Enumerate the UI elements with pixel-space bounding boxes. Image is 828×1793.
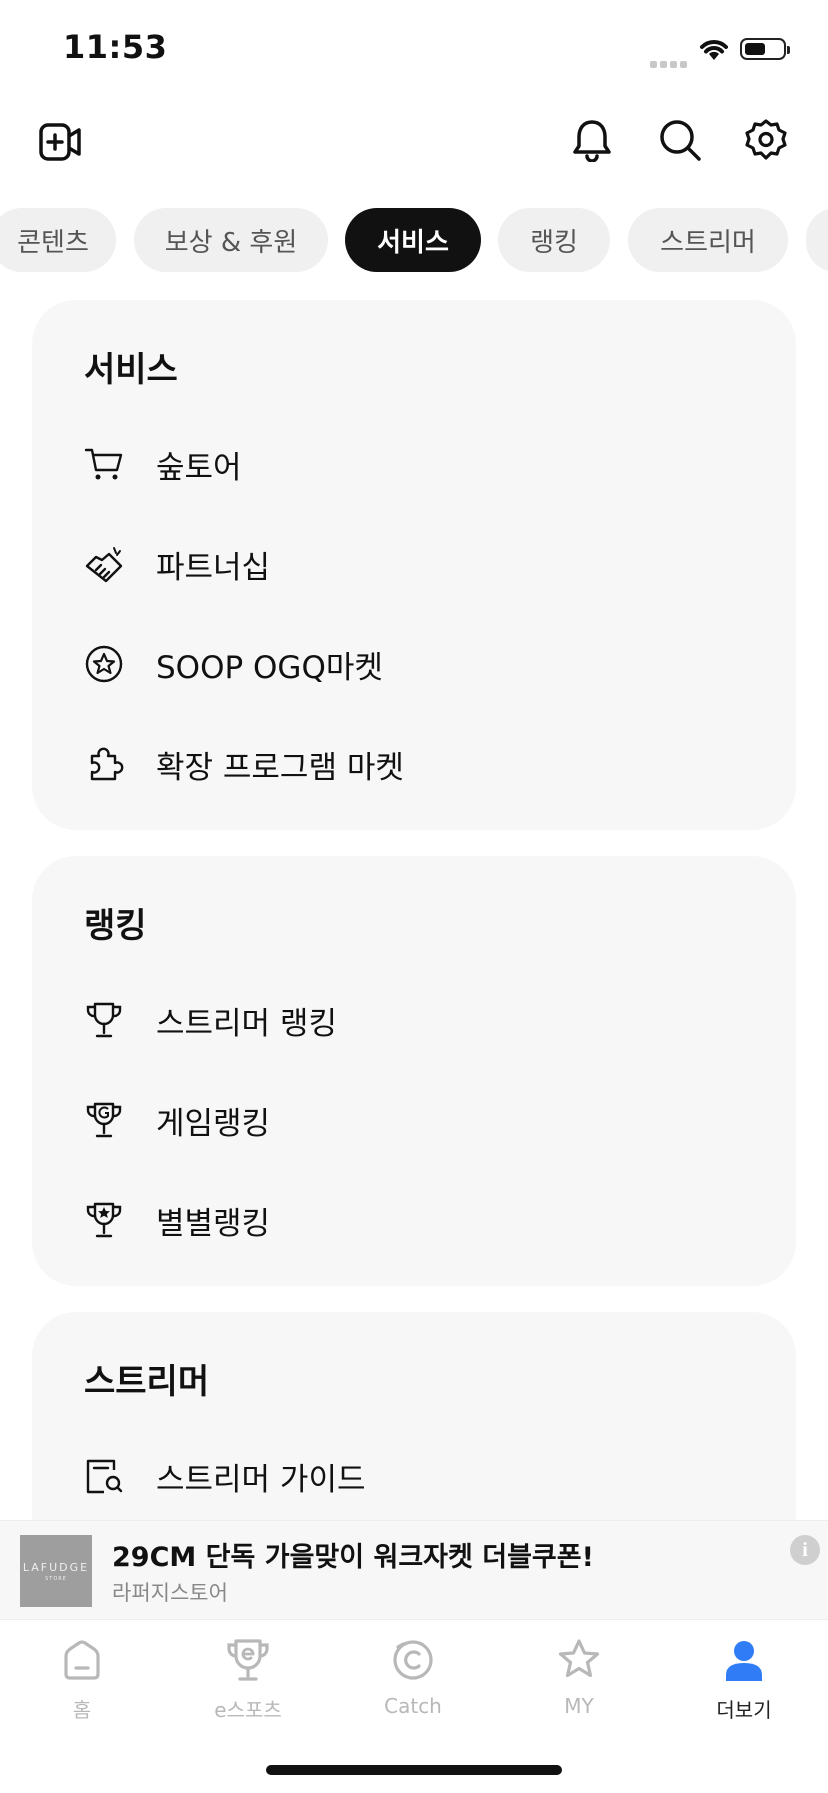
chip-service[interactable]: 서비스	[345, 208, 481, 272]
menu-label: 파트너십	[156, 549, 271, 586]
tab-label: e스포츠	[214, 1698, 282, 1722]
bell-icon[interactable]	[568, 116, 616, 164]
tab-more[interactable]: 더보기	[674, 1634, 814, 1723]
menu-label: 스트리머 가이드	[156, 1461, 366, 1498]
ad-thumb-sub: STORE	[45, 1575, 67, 1582]
cart-icon	[84, 444, 124, 484]
ad-thumbnail: LAFUDGE STORE	[20, 1535, 92, 1607]
status-time: 11:53	[63, 28, 168, 66]
menu-label: 별별랭킹	[156, 1205, 271, 1242]
tab-label: MY	[564, 1694, 594, 1718]
menu-label: 확장 프로그램 마켓	[156, 749, 404, 786]
home-icon	[56, 1634, 108, 1686]
section-title-streamer: 스트리머	[84, 1362, 210, 1402]
star-trophy-icon	[84, 1200, 124, 1240]
star-circle-icon	[84, 644, 124, 684]
service-card: 서비스 숲토어 파트너십 SOOP OGQ마켓 확장 프로그램 마켓	[32, 300, 796, 830]
top-bar	[0, 100, 828, 180]
tab-esports[interactable]: e스포츠	[178, 1634, 318, 1723]
menu-item-streamer-guide[interactable]: 스트리머 가이드	[84, 1446, 366, 1506]
battery-icon	[740, 38, 790, 60]
chip-more-partial[interactable]	[806, 208, 828, 272]
tab-catch[interactable]: Catch	[343, 1634, 483, 1718]
status-bar: 11:53	[0, 0, 828, 100]
search-icon[interactable]	[656, 116, 704, 164]
chip-rewards[interactable]: 보상 & 후원	[134, 208, 328, 272]
menu-label: 숲토어	[156, 449, 242, 486]
menu-item-streamer-ranking[interactable]: 스트리머 랭킹	[84, 990, 337, 1050]
guide-search-icon	[84, 1456, 124, 1496]
cellular-signal-icon	[650, 53, 690, 72]
tab-label: 홈	[72, 1698, 92, 1722]
tab-label: 더보기	[716, 1698, 772, 1722]
section-title-ranking: 랭킹	[84, 906, 147, 946]
menu-item-game-ranking[interactable]: 게임랭킹	[84, 1090, 270, 1150]
gear-icon[interactable]	[742, 116, 790, 164]
game-trophy-icon	[84, 1100, 124, 1140]
menu-label: SOOP OGQ마켓	[156, 649, 383, 686]
menu-item-shop[interactable]: 숲토어	[84, 434, 242, 494]
tab-home[interactable]: 홈	[12, 1634, 152, 1723]
menu-item-partnership[interactable]: 파트너십	[84, 534, 270, 594]
add-video-icon[interactable]	[36, 118, 84, 166]
info-icon[interactable]: i	[790, 1535, 820, 1565]
puzzle-icon	[84, 744, 124, 784]
handshake-icon	[84, 544, 124, 584]
category-chips: 콘텐츠 보상 & 후원 서비스 랭킹 스트리머	[0, 208, 828, 272]
ad-thumb-brand: LAFUDGE	[22, 1560, 90, 1574]
section-title-service: 서비스	[84, 350, 178, 390]
menu-item-star-ranking[interactable]: 별별랭킹	[84, 1190, 270, 1250]
esports-trophy-icon	[222, 1634, 274, 1686]
wifi-icon	[697, 36, 731, 66]
ad-subtitle: 라퍼지스토어	[112, 1581, 228, 1605]
ad-banner[interactable]: LAFUDGE STORE 29CM 단독 가을맞이 워크자켓 더블쿠폰! 라퍼…	[0, 1520, 828, 1619]
menu-item-extension-market[interactable]: 확장 프로그램 마켓	[84, 734, 404, 794]
trophy-icon	[84, 1000, 124, 1040]
chip-ranking[interactable]: 랭킹	[498, 208, 610, 272]
catch-icon	[387, 1634, 439, 1686]
menu-item-ogq-market[interactable]: SOOP OGQ마켓	[84, 634, 383, 694]
menu-label: 게임랭킹	[156, 1105, 271, 1142]
chip-streamer[interactable]: 스트리머	[628, 208, 788, 272]
tab-label: Catch	[384, 1694, 442, 1718]
ad-title: 29CM 단독 가을맞이 워크자켓 더블쿠폰!	[112, 1542, 594, 1573]
profile-icon	[718, 1634, 770, 1686]
chip-contents[interactable]: 콘텐츠	[0, 208, 116, 272]
menu-label: 스트리머 랭킹	[156, 1005, 337, 1042]
ranking-card: 랭킹 스트리머 랭킹 게임랭킹 별별랭킹	[32, 856, 796, 1286]
star-icon	[553, 1634, 605, 1686]
tab-my[interactable]: MY	[509, 1634, 649, 1718]
home-indicator	[266, 1765, 562, 1775]
